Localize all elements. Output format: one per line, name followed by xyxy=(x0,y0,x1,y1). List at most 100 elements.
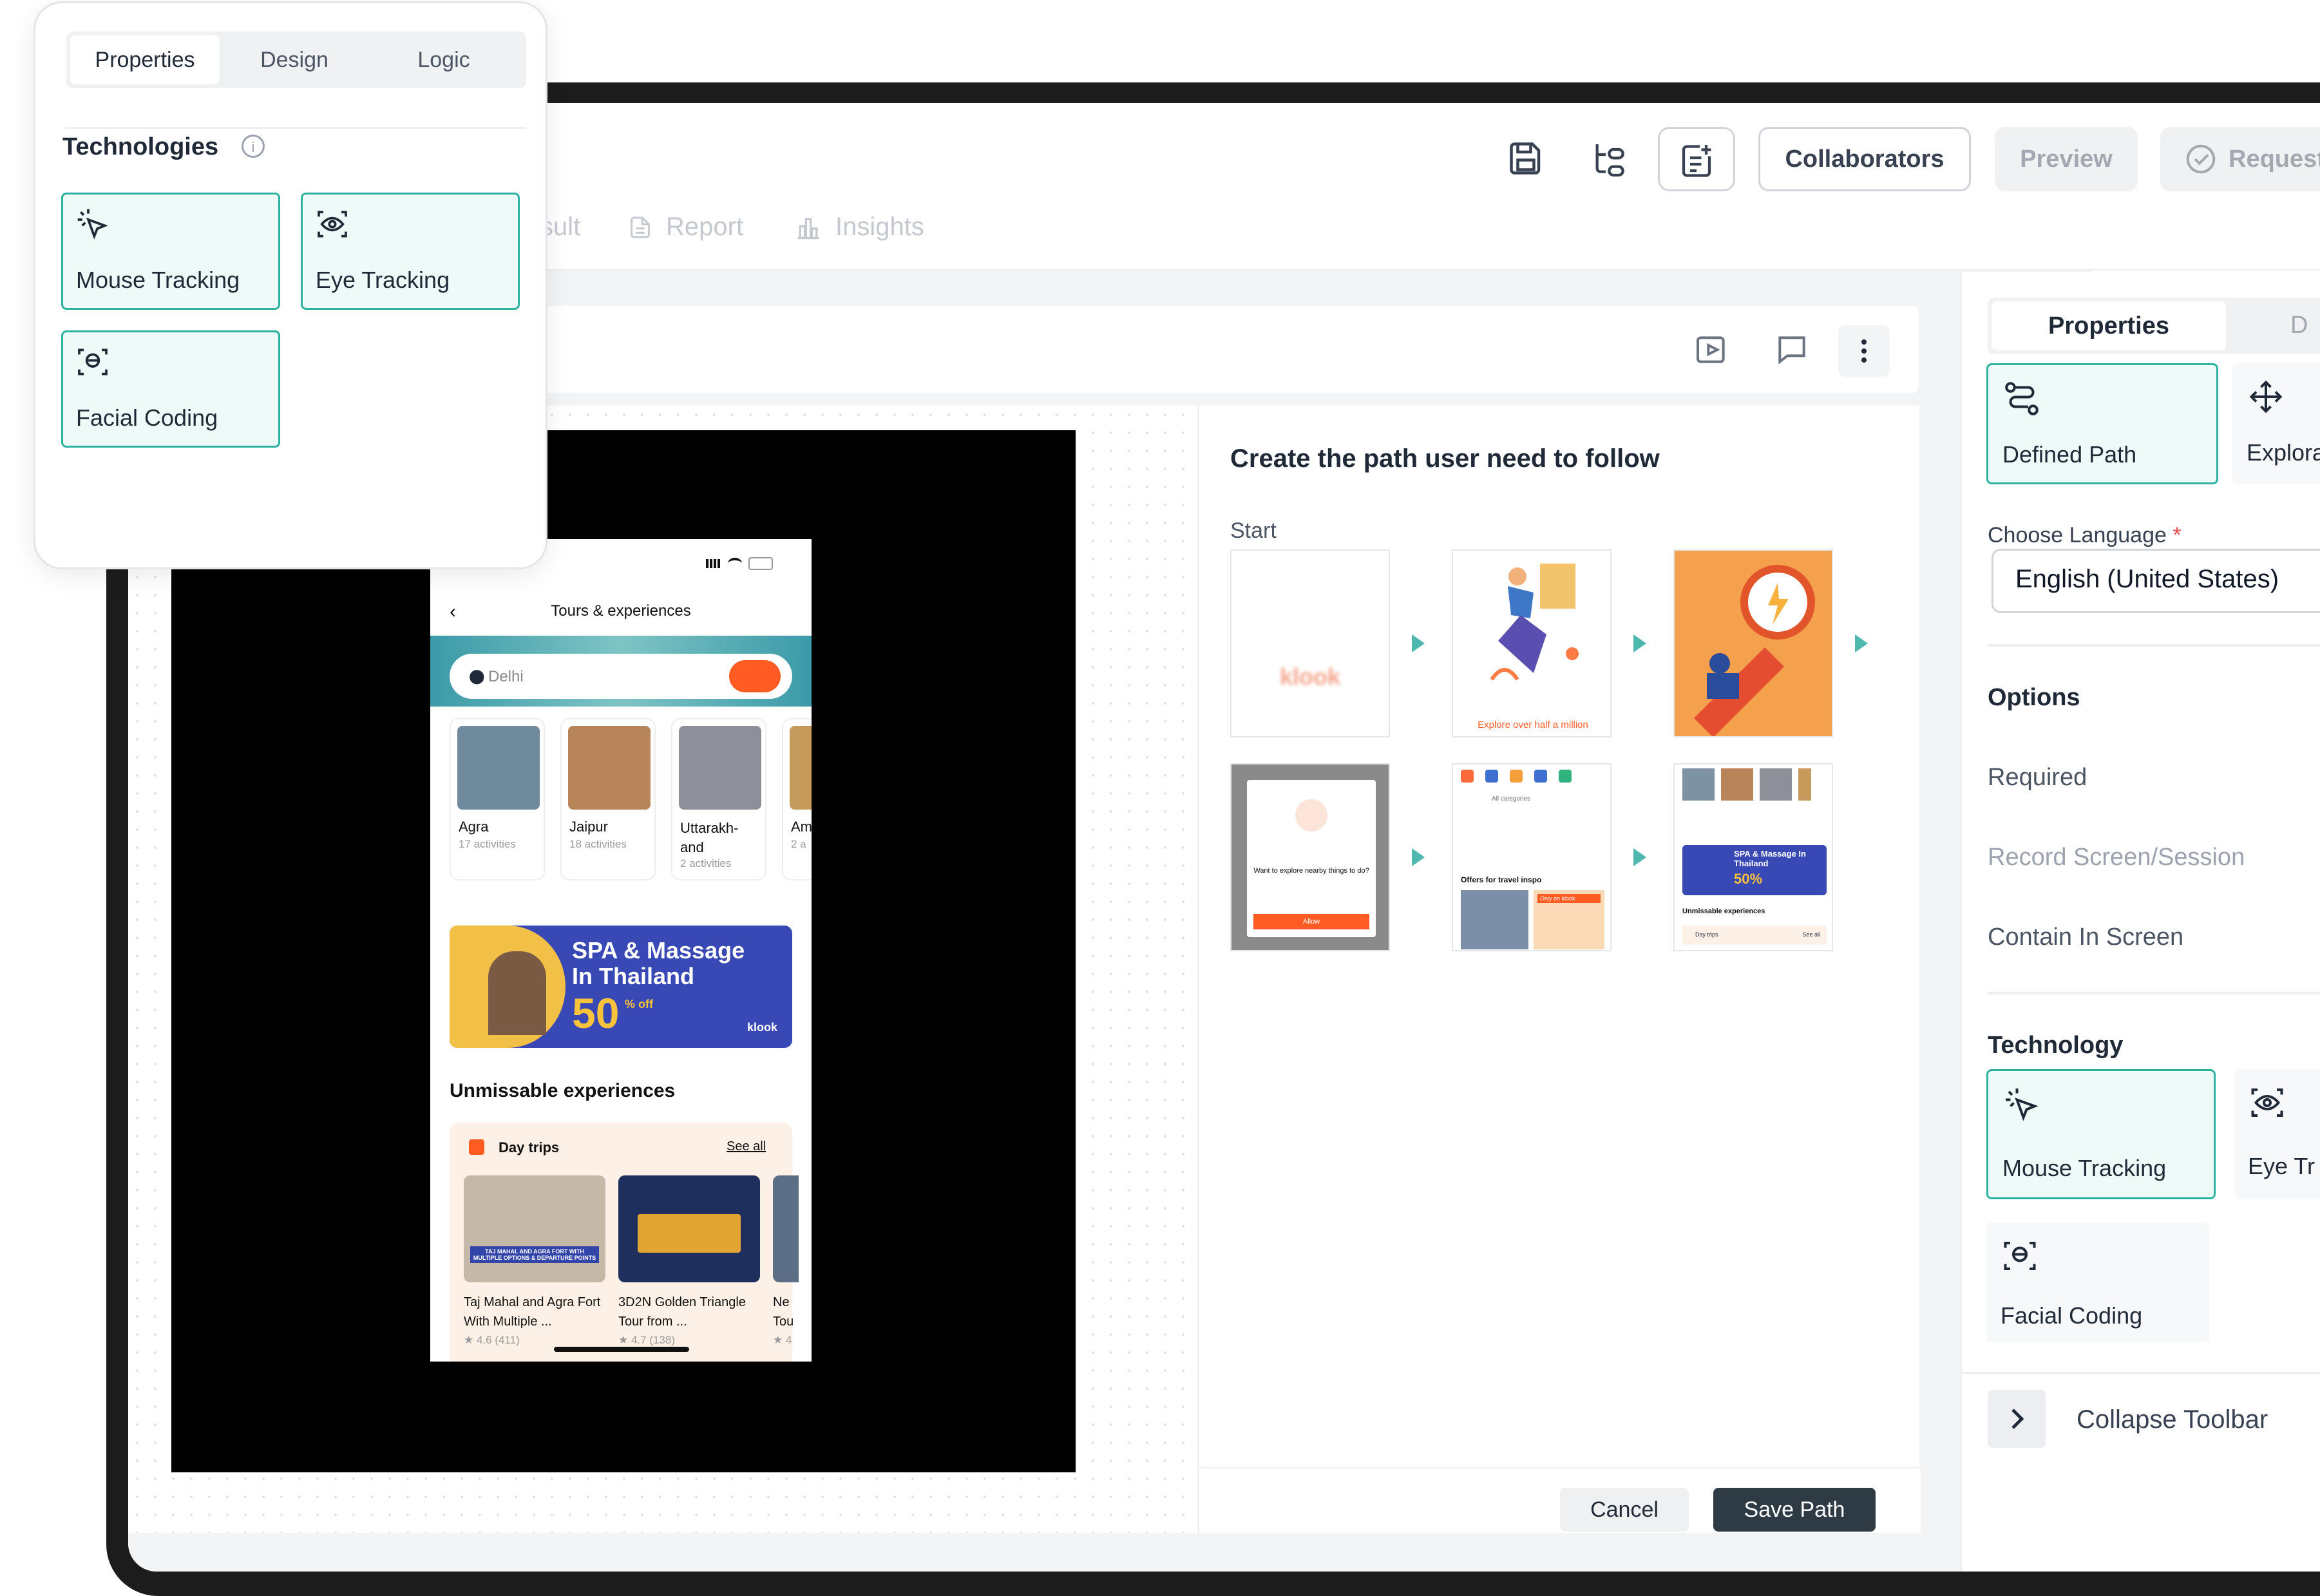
tech-eye-tracking[interactable]: Eye Tr xyxy=(2235,1069,2320,1199)
arrow-right-icon xyxy=(1633,848,1646,866)
technology-title: Technology xyxy=(1988,1032,2124,1059)
promo-banner[interactable]: SPA & Massage In Thailand 50 % off klook xyxy=(450,926,792,1048)
status-icons xyxy=(706,557,773,570)
face-scan-icon xyxy=(75,344,111,380)
see-all-link[interactable]: See all xyxy=(727,1139,766,1154)
language-select[interactable]: English (United States) xyxy=(1992,549,2320,613)
section-heading: Unmissable experiences xyxy=(450,1080,676,1101)
home-indicator xyxy=(554,1347,689,1352)
person-illustration-icon xyxy=(488,951,546,1035)
rocket-illustration-icon xyxy=(1694,565,1815,736)
save-path-button[interactable]: Save Path xyxy=(1713,1488,1876,1532)
path-step-thumb[interactable]: SPA & Massage In Thailand 50% Unmissable… xyxy=(1673,763,1833,951)
collaborators-button[interactable]: Collaborators xyxy=(1758,127,1971,191)
properties-tabs: Properties D xyxy=(1988,298,2320,354)
collapse-toolbar-label[interactable]: Collapse Toolbar xyxy=(2077,1405,2268,1434)
language-label: Choose Language * xyxy=(1988,523,2182,547)
promo-banner-small: SPA & Massage In Thailand 50% xyxy=(1682,845,1827,895)
city-thumbs xyxy=(1682,768,1811,801)
location-question: Want to explore nearby things to do? xyxy=(1253,867,1369,875)
tech-facial-coding[interactable]: Facial Coding xyxy=(61,330,280,448)
option-contain-screen[interactable]: Contain In Screen xyxy=(1988,924,2183,951)
more-menu-button[interactable] xyxy=(1838,325,1890,377)
flow-icon[interactable] xyxy=(1590,139,1631,180)
request-button[interactable]: Request xyxy=(2160,127,2320,191)
tech-eye-tracking[interactable]: Eye Tracking xyxy=(301,193,520,310)
path-panel: Create the path user need to follow Star… xyxy=(1198,406,1921,1533)
properties-panel: Properties D Defined Path Explora Choose… xyxy=(1961,272,2320,1572)
tab-design[interactable]: Design xyxy=(220,35,369,84)
option-required[interactable]: Required xyxy=(1988,764,2087,792)
phone-screen: ‹ Tours & experiences ⬤ Delhi Agra 17 ac… xyxy=(430,539,812,1362)
phone-search[interactable]: ⬤ Delhi xyxy=(450,654,792,699)
trip-image[interactable] xyxy=(618,1175,760,1282)
comment-icon[interactable] xyxy=(1774,332,1810,368)
path-step-thumb[interactable]: klook xyxy=(1230,549,1390,737)
path-title: Create the path user need to follow xyxy=(1230,444,1660,473)
cursor-click-icon xyxy=(75,206,111,242)
cancel-button[interactable]: Cancel xyxy=(1560,1488,1689,1532)
day-trips-small: Day trips See all xyxy=(1682,926,1827,945)
allow-button: Allow xyxy=(1253,914,1369,929)
note-add-icon xyxy=(1677,142,1716,180)
tab-report[interactable]: Report xyxy=(627,213,743,242)
kebab-icon xyxy=(1849,336,1879,366)
category-icons xyxy=(1461,770,1605,789)
tab-logic[interactable]: Logic xyxy=(369,35,518,84)
location-pin-icon: ⬤ xyxy=(469,668,485,684)
city-card[interactable]: Am 2 a xyxy=(782,718,812,880)
chevron-right-icon xyxy=(2001,1403,2032,1434)
city-card[interactable]: Agra 17 activities xyxy=(450,718,545,880)
info-icon[interactable]: i xyxy=(242,135,265,158)
face-scan-icon xyxy=(2001,1237,2039,1275)
trip-image[interactable] xyxy=(773,1175,799,1282)
search-icon[interactable] xyxy=(729,660,781,692)
tech-mouse-tracking[interactable]: Mouse Tracking xyxy=(61,193,280,310)
popover-tabs: Properties Design Logic xyxy=(66,32,526,88)
phone-title: Tours & experiences xyxy=(551,602,691,620)
save-icon[interactable] xyxy=(1507,139,1545,178)
eye-scan-icon xyxy=(314,206,350,242)
tech-facial-coding[interactable]: Facial Coding xyxy=(1986,1222,2209,1342)
city-card[interactable]: Uttarakh-and 2 activities xyxy=(671,718,766,880)
tab-insights[interactable]: Insights xyxy=(794,213,924,242)
divider xyxy=(1988,644,2320,647)
preview-button[interactable]: Preview xyxy=(1995,127,2138,191)
divider xyxy=(65,127,526,129)
technologies-title: Technologies xyxy=(62,133,219,160)
play-screen-icon[interactable] xyxy=(1693,332,1729,368)
tab-properties[interactable]: Properties xyxy=(1992,301,2226,350)
arrow-right-icon xyxy=(1633,634,1646,652)
offers-heading: Offers for travel inspo xyxy=(1461,875,1542,884)
tab-properties[interactable]: Properties xyxy=(70,35,220,84)
tab-design[interactable]: D xyxy=(2290,312,2308,339)
path-step-thumb[interactable] xyxy=(1673,549,1833,737)
calendar-icon xyxy=(469,1139,484,1155)
document-icon xyxy=(627,213,653,242)
path-step-thumb[interactable]: Want to explore nearby things to do? All… xyxy=(1230,763,1390,951)
eye-scan-icon xyxy=(2248,1083,2287,1122)
move-icon xyxy=(2247,377,2285,416)
city-card[interactable]: Jaipur 18 activities xyxy=(560,718,656,880)
arrow-right-icon xyxy=(1412,848,1425,866)
unmissable-small: Unmissable experiences xyxy=(1682,907,1765,915)
path-step-thumb[interactable]: All categories Offers for travel inspo O… xyxy=(1452,763,1612,951)
divider xyxy=(1962,1372,2320,1374)
brand-logo: klook xyxy=(1279,663,1341,690)
mode-defined-path[interactable]: Defined Path xyxy=(1986,363,2218,484)
route-icon xyxy=(2002,379,2041,418)
tech-mouse-tracking[interactable]: Mouse Tracking xyxy=(1986,1069,2216,1199)
option-record-screen[interactable]: Record Screen/Session xyxy=(1988,844,2245,871)
mode-exploration[interactable]: Explora xyxy=(2232,363,2320,484)
cursor-click-icon xyxy=(2002,1085,2041,1124)
explore-illustration-icon xyxy=(1490,564,1579,681)
day-trips-card: Day trips See all TAJ MAHAL AND AGRA FOR… xyxy=(450,1123,799,1362)
collapse-toolbar-button[interactable] xyxy=(1988,1390,2046,1448)
trip-image[interactable]: TAJ MAHAL AND AGRA FORT WITH MULTIPLE OP… xyxy=(464,1175,605,1282)
explore-caption: Explore over half a million xyxy=(1478,719,1588,730)
only-badge: Only on klook xyxy=(1537,894,1601,903)
offer-card: Only on klook xyxy=(1534,890,1604,949)
path-step-thumb[interactable]: Explore over half a million xyxy=(1452,549,1612,737)
add-note-button[interactable] xyxy=(1658,127,1735,191)
location-pin-icon xyxy=(1295,799,1327,831)
